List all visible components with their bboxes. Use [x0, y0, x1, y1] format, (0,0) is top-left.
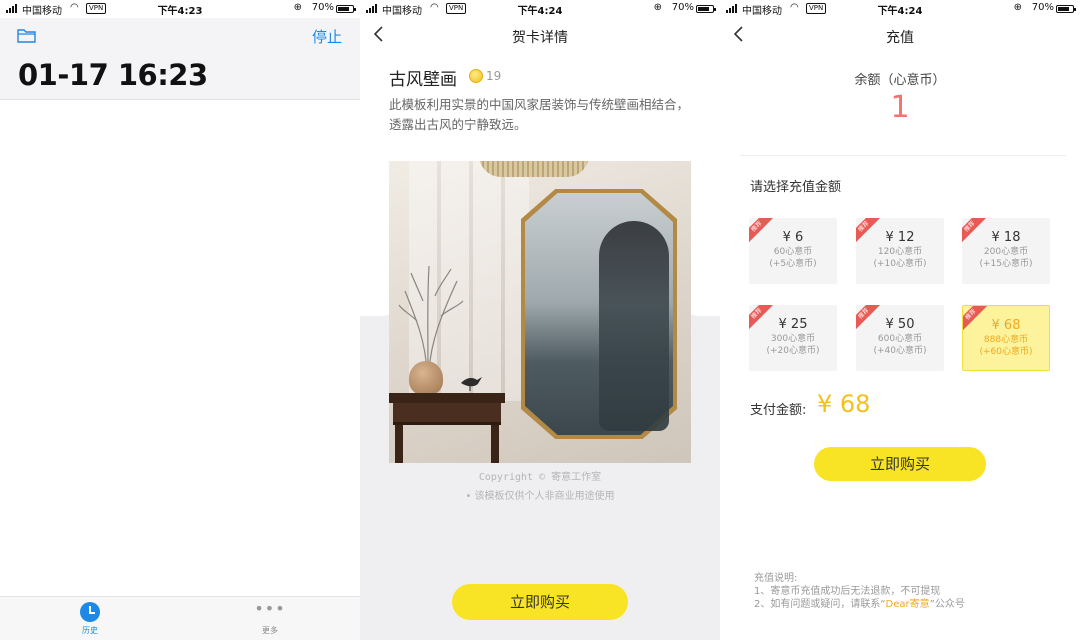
tab-more[interactable]: ••• 更多: [240, 599, 300, 636]
package-coins: 300心意币: [770, 334, 816, 344]
package-coins: 200心意币: [983, 247, 1029, 257]
package-option[interactable]: 推荐 ¥ 6 60心意币 (+5心意币): [749, 218, 837, 284]
wooden-side-table: [389, 393, 505, 463]
recorder-screen: 中国移动 ◠ VPN 下午4:23 ⊕ 70% 停止 01-17 16:23 历…: [0, 0, 360, 640]
navigation-bar: 充值: [720, 18, 1080, 56]
navigation-bar: 贺卡详情: [360, 18, 720, 56]
coin-count: 19: [486, 69, 502, 83]
package-price: ¥ 68: [991, 318, 1021, 333]
battery-icon: [696, 5, 716, 13]
package-bonus: (+10心意币): [873, 259, 927, 269]
card-description: 此模板利用实景的中国风家居装饰与传统壁画相结合，透露出古风的宁静致远。: [389, 97, 690, 132]
card-detail-screen: 中国移动 ◠ VPN 下午4:24 ⊕ 70% 贺卡详情 古风壁画 19 此模板…: [360, 0, 720, 640]
page-title: 贺卡详情: [512, 30, 568, 46]
copyright-text: Copyright © 寄意工作室: [478, 472, 602, 483]
battery-icon: [1056, 5, 1076, 13]
rotation-lock-icon: ⊕: [653, 2, 662, 13]
usage-notice: • 该模板仅供个人非商业用途使用: [465, 491, 615, 502]
status-bar: 中国移动 ◠ VPN 下午4:24 ⊕ 70%: [720, 0, 1080, 18]
card-preview-image[interactable]: [389, 161, 691, 463]
battery-icon: [336, 5, 356, 13]
package-price: ¥ 18: [991, 230, 1021, 245]
battery-percent: 70%: [671, 2, 694, 13]
ceramic-vase: [409, 361, 443, 395]
battery-percent: 70%: [1031, 2, 1054, 13]
balance-label: 余额（心意币）: [854, 73, 946, 88]
status-bar: 中国移动 ◠ VPN 下午4:23 ⊕ 70%: [0, 0, 360, 18]
package-coins: 888心意币: [983, 335, 1029, 345]
tab-history-label: 历史: [82, 626, 98, 635]
recharge-screen: 中国移动 ◠ VPN 下午4:24 ⊕ 70% 充值 余额（心意币） 1 请选择…: [720, 0, 1080, 640]
card-title: 古风壁画: [389, 70, 457, 90]
recording-header: 停止 01-17 16:23: [0, 18, 360, 100]
official-account-link[interactable]: Dear寄意: [886, 599, 930, 610]
status-time: 下午4:24: [517, 6, 563, 17]
package-option-selected[interactable]: 推荐 ¥ 68 888心意币 (+60心意币): [962, 305, 1050, 371]
bird-ornament: [461, 377, 482, 391]
battery-percent: 70%: [311, 2, 334, 13]
folder-icon[interactable]: [17, 28, 36, 43]
note2-prefix: 2、如有问题或疑问，请联系“: [754, 599, 886, 610]
status-bar: 中国移动 ◠ VPN 下午4:24 ⊕ 70%: [360, 0, 720, 18]
package-bonus: (+15心意币): [979, 259, 1033, 269]
portrait-figure: [599, 221, 669, 431]
more-dots-icon: •••: [254, 599, 286, 618]
package-coins: 600心意币: [877, 334, 923, 344]
package-price: ¥ 6: [782, 230, 804, 245]
note-line-1: 1、寄意币充值成功后无法退款，不可提现: [754, 586, 941, 597]
status-time: 下午4:24: [877, 6, 923, 17]
package-option[interactable]: 推荐 ¥ 50 600心意币 (+40心意币): [856, 305, 944, 371]
balance-value: 1: [890, 90, 910, 125]
rattan-lamp: [479, 161, 589, 177]
note-line-2: 2、如有问题或疑问，请联系“Dear寄意”公众号: [754, 598, 965, 611]
rotation-lock-icon: ⊕: [293, 2, 302, 13]
tab-bar: 历史 ••• 更多: [0, 596, 360, 640]
recording-timestamp: 01-17 16:23: [18, 58, 208, 92]
page-title: 充值: [886, 30, 914, 46]
package-bonus: (+60心意币): [979, 347, 1033, 357]
package-coins: 60心意币: [773, 247, 813, 257]
buy-now-button[interactable]: 立即购买: [452, 584, 628, 620]
clock-icon: [80, 602, 100, 622]
tab-history[interactable]: 历史: [60, 602, 120, 636]
choose-amount-label: 请选择充值金额: [750, 180, 842, 195]
pay-amount-value: ¥ 68: [817, 390, 871, 418]
package-option[interactable]: 推荐 ¥ 18 200心意币 (+15心意币): [962, 218, 1050, 284]
tab-more-label: 更多: [262, 626, 278, 635]
note2-suffix: ”公众号: [929, 599, 965, 610]
status-time: 下午4:23: [157, 6, 203, 17]
stop-button[interactable]: 停止: [312, 26, 342, 47]
package-price: ¥ 25: [778, 317, 808, 332]
buy-now-button[interactable]: 立即购买: [814, 447, 986, 481]
package-option[interactable]: 推荐 ¥ 12 120心意币 (+10心意币): [856, 218, 944, 284]
notes-title: 充值说明:: [754, 573, 798, 584]
package-price: ¥ 12: [885, 230, 915, 245]
coin-icon: [469, 69, 483, 83]
package-price: ¥ 50: [885, 317, 915, 332]
package-coins: 120心意币: [877, 247, 923, 257]
divider: [740, 155, 1066, 156]
package-bonus: (+40心意币): [873, 346, 927, 356]
package-bonus: (+5心意币): [769, 259, 817, 269]
recharge-notes: 充值说明: 1、寄意币充值成功后无法退款，不可提现 2、如有问题或疑问，请联系“…: [754, 572, 965, 611]
rotation-lock-icon: ⊕: [1013, 2, 1022, 13]
package-bonus: (+20心意币): [766, 346, 820, 356]
pay-amount-label: 支付金额:: [750, 403, 807, 418]
dry-branches: [398, 265, 464, 371]
package-option[interactable]: 推荐 ¥ 25 300心意币 (+20心意币): [749, 305, 837, 371]
